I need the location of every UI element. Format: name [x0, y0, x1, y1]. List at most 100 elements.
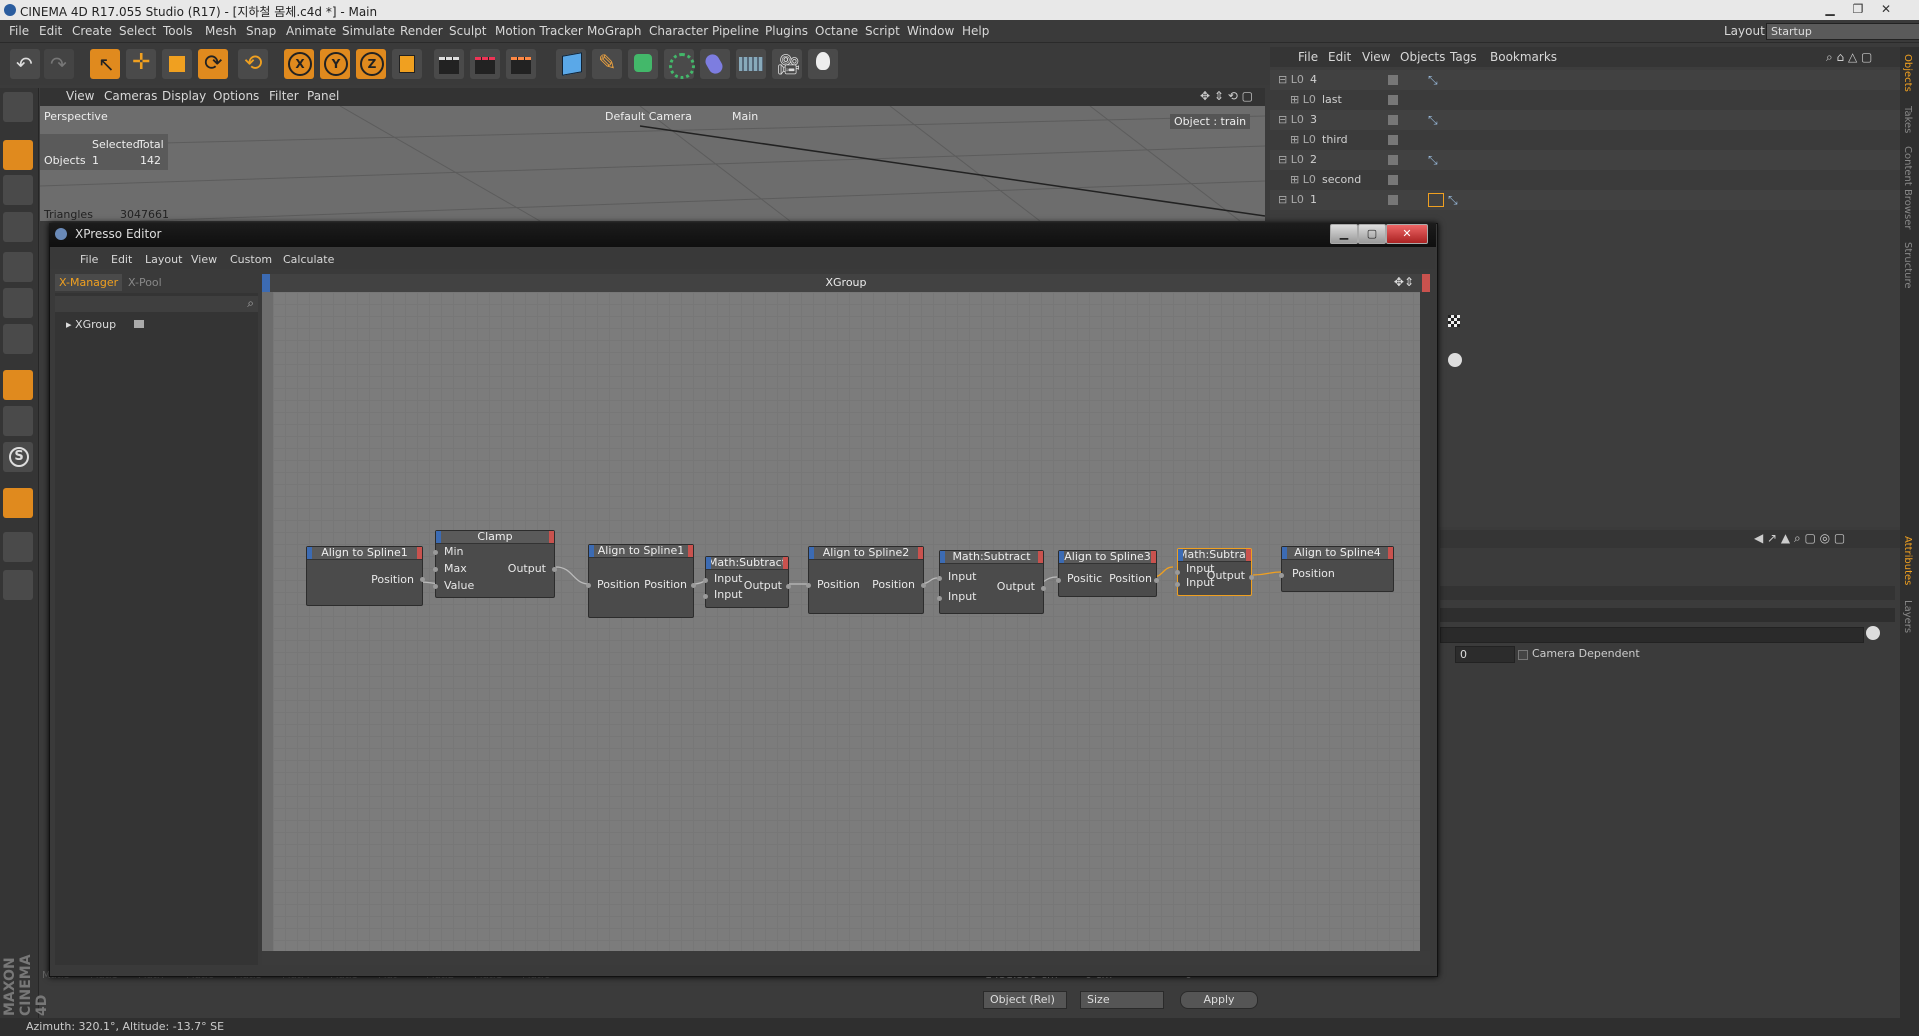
xgroup-output-port[interactable]	[1422, 274, 1430, 292]
visibility-icon[interactable]	[1388, 155, 1398, 165]
pick-object-icon[interactable]	[1866, 626, 1880, 640]
viewport-menu-panel[interactable]: Panel	[307, 89, 339, 103]
menu-script[interactable]: Script	[865, 24, 900, 38]
port-position-in[interactable]: Position	[597, 578, 640, 591]
select-arrow-icon[interactable]: ↖	[90, 49, 120, 79]
port-dot[interactable]	[1154, 578, 1159, 583]
coordinate-system-icon[interactable]	[392, 49, 422, 79]
port-input-in[interactable]: Input	[714, 588, 742, 601]
xpresso-close-icon[interactable]: ✕	[1386, 224, 1428, 244]
attribute-nav-icons[interactable]: ◀ ↗ ▲ ⌕ ▢ ◎ ▢	[1754, 531, 1845, 546]
main-take-label[interactable]: Main	[732, 110, 758, 123]
visibility-icon[interactable]	[1388, 75, 1398, 85]
camera-icon[interactable]: 🎥︎	[772, 49, 802, 79]
tree-expand-icon[interactable]: ▸	[66, 318, 72, 331]
port-dot[interactable]	[703, 594, 708, 599]
object-row[interactable]: ⊟ L0 1 ⤡	[1270, 190, 1900, 210]
viewport-menu-display[interactable]: Display	[162, 89, 206, 103]
port-dot[interactable]	[937, 576, 942, 581]
xmenu-view[interactable]: View	[191, 253, 217, 266]
enable-axis-icon[interactable]	[3, 370, 33, 400]
node-clamp[interactable]: Clamp Min Max Value Output	[433, 530, 557, 598]
side-tab-structure[interactable]: Structure	[1902, 242, 1913, 289]
viewport-menu-options[interactable]: Options	[213, 89, 259, 103]
side-tab-takes[interactable]: Takes	[1902, 106, 1913, 133]
workplane-lock-icon[interactable]	[3, 532, 33, 562]
side-tab-layers[interactable]: Layers	[1902, 600, 1913, 633]
port-dot[interactable]	[1041, 586, 1046, 591]
port-input-in[interactable]: Input	[714, 572, 742, 585]
menu-help[interactable]: Help	[962, 24, 989, 38]
menu-window[interactable]: Window	[907, 24, 954, 38]
align-to-spline-tag-icon[interactable]: ⤡	[1448, 193, 1458, 208]
xmenu-calculate[interactable]: Calculate	[283, 253, 334, 266]
light-icon[interactable]	[808, 49, 838, 79]
visibility-icon[interactable]	[1388, 115, 1398, 125]
port-input-in[interactable]: Input	[948, 570, 976, 583]
xpresso-maximize-icon[interactable]: ▢	[1358, 224, 1386, 244]
tab-x-manager[interactable]: X-Manager	[55, 274, 123, 291]
node-math-subtract-3[interactable]: Math:Subtrac Input Input Output	[1175, 548, 1254, 596]
attribute-number-field[interactable]: 0	[1455, 646, 1515, 663]
port-dot[interactable]	[1056, 578, 1061, 583]
xmenu-custom[interactable]: Custom	[230, 253, 272, 266]
menu-snap[interactable]: Snap	[246, 24, 276, 38]
points-mode-icon[interactable]	[3, 252, 33, 282]
objmenu-objects[interactable]: Objects	[1400, 50, 1445, 64]
camera-dependent-checkbox[interactable]	[1518, 650, 1528, 660]
menu-character[interactable]: Character	[649, 24, 708, 38]
minimize-icon[interactable]: ▁	[1816, 1, 1844, 17]
node-math-subtract-2[interactable]: Math:Subtract Input Input Output	[937, 550, 1046, 614]
port-min-in[interactable]: Min	[444, 545, 464, 558]
xmenu-layout[interactable]: Layout	[145, 253, 182, 266]
search-icon[interactable]: ⌕	[247, 296, 254, 311]
menu-sculpt[interactable]: Sculpt	[449, 24, 486, 38]
port-value-in[interactable]: Value	[444, 579, 474, 592]
viewport-perspective[interactable]: Perspective Default Camera Main Object :…	[40, 106, 1265, 221]
xmenu-edit[interactable]: Edit	[111, 253, 132, 266]
recent-tool-icon[interactable]: ⟲	[238, 49, 268, 79]
size-mode-select[interactable]: Size	[1080, 991, 1164, 1009]
menu-select[interactable]: Select	[119, 24, 156, 38]
tree-item-xgroup[interactable]: ▸ XGroup	[66, 318, 144, 331]
port-dot[interactable]	[1175, 582, 1180, 587]
xmenu-file[interactable]: File	[80, 253, 98, 266]
cube-icon[interactable]	[556, 49, 586, 79]
scale-icon[interactable]	[162, 49, 192, 79]
port-dot[interactable]	[806, 583, 811, 588]
default-camera-label[interactable]: Default Camera	[605, 110, 692, 123]
port-dot[interactable]	[433, 567, 438, 572]
undo-icon[interactable]: ↶	[10, 49, 40, 79]
snap-magnet-icon[interactable]	[3, 488, 33, 518]
apply-button[interactable]: Apply	[1180, 991, 1258, 1009]
object-row[interactable]: ⊞ L0 second	[1270, 170, 1900, 190]
port-input-in[interactable]: Input	[948, 590, 976, 603]
side-tab-attributes[interactable]: Attributes	[1902, 536, 1913, 585]
tab-x-pool[interactable]: X-Pool	[124, 274, 166, 291]
rotate-icon[interactable]: ⟳	[198, 49, 228, 79]
menu-render[interactable]: Render	[400, 24, 443, 38]
object-row[interactable]: ⊟ L0 4 ⤡	[1270, 70, 1900, 90]
side-tab-objects[interactable]: Objects	[1902, 54, 1913, 92]
port-dot[interactable]	[937, 596, 942, 601]
array-cloner-icon[interactable]	[664, 49, 695, 79]
object-row[interactable]: ⊞ L0 third	[1270, 130, 1900, 150]
attribute-link-field[interactable]	[1440, 627, 1864, 643]
z-axis-icon[interactable]: Z	[356, 49, 386, 79]
visibility-icon[interactable]	[1388, 95, 1398, 105]
node-align-to-spline1[interactable]: Align to Spline1 Position	[306, 546, 425, 606]
objmenu-file[interactable]: File	[1298, 50, 1318, 64]
solo-icon[interactable]: S	[3, 442, 33, 472]
menu-motion-tracker[interactable]: Motion Tracker	[495, 24, 583, 38]
xpresso-tag-icon[interactable]	[1428, 193, 1444, 207]
port-output-out[interactable]: Output	[1207, 569, 1245, 582]
objmenu-tags[interactable]: Tags	[1450, 50, 1477, 64]
port-position-out[interactable]: Position	[1109, 572, 1152, 585]
port-dot[interactable]	[433, 584, 438, 589]
objmenu-view[interactable]: View	[1362, 50, 1390, 64]
port-max-in[interactable]: Max	[444, 562, 467, 575]
port-dot[interactable]	[703, 578, 708, 583]
workplane-mode-icon[interactable]	[3, 212, 33, 242]
menu-create[interactable]: Create	[72, 24, 112, 38]
pen-spline-icon[interactable]: ✎	[592, 49, 622, 79]
